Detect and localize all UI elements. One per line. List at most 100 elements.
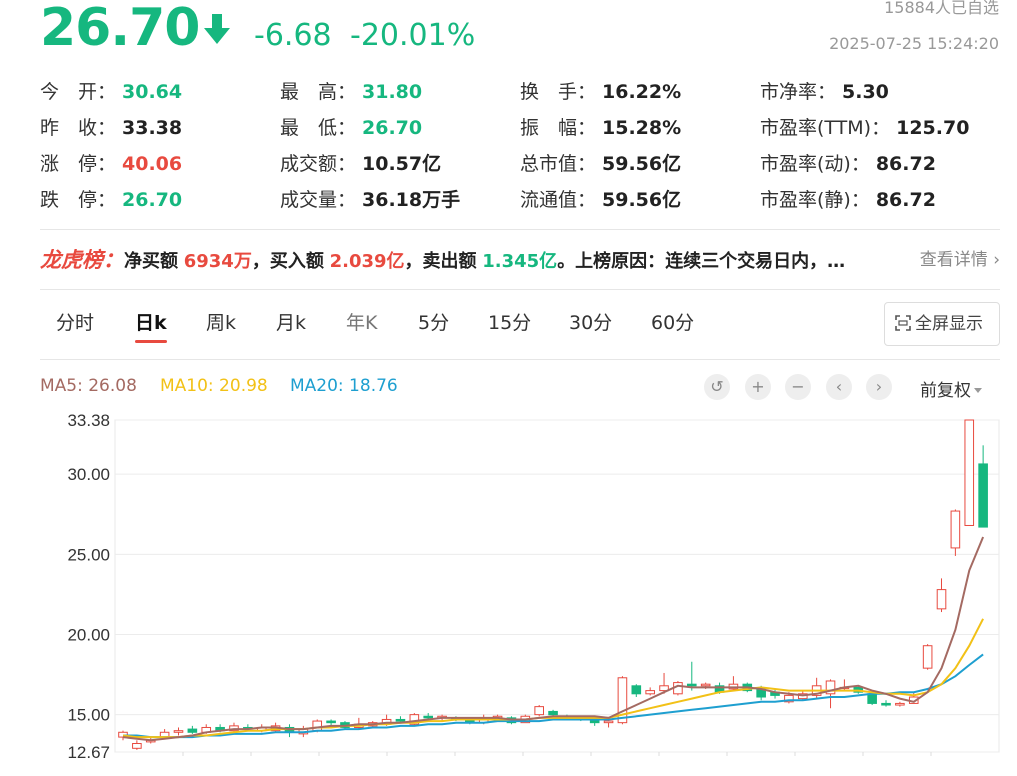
tab-15min[interactable]: 15分 (488, 303, 531, 343)
chevron-left-icon[interactable]: ‹ (826, 374, 852, 400)
stat-turnover-rate: 换 手： 16.22% (520, 81, 682, 103)
current-price: 26.70 (40, 0, 200, 58)
tab-monthly[interactable]: 月k (276, 303, 306, 343)
followers-count: 15884人已自选 (884, 0, 999, 17)
stat-turnover-amount: 成交额： 10.57亿 (280, 153, 442, 175)
stat-amplitude: 振 幅： 15.28% (520, 117, 682, 139)
candle-body (978, 463, 988, 528)
tab-60min[interactable]: 60分 (651, 303, 694, 343)
ma10-legend: MA10: 20.98 (160, 376, 268, 396)
lhb-title: 龙虎榜： (40, 248, 124, 272)
price-change: -6.68 (254, 18, 332, 53)
candle-body (881, 702, 891, 706)
stat-prev-close: 昨 收： 33.38 (40, 117, 183, 139)
tab-30min[interactable]: 30分 (569, 303, 612, 343)
stat-limit-up: 涨 停： 40.06 (40, 153, 183, 175)
y-tick-label: 20.00 (67, 625, 110, 644)
candle-body (964, 419, 975, 526)
candle (950, 509, 961, 556)
divider (40, 229, 1000, 230)
stat-open: 今 开： 30.64 (40, 81, 183, 103)
tab-weekly[interactable]: 周k (206, 303, 236, 343)
candle-body (312, 720, 323, 732)
lhb-net-buy: 6934万 (183, 251, 252, 272)
candle (187, 725, 198, 734)
candle-body (534, 706, 544, 716)
candle-body (132, 743, 142, 749)
stat-low: 最 低： 26.70 (280, 117, 423, 139)
candle-body (548, 710, 558, 716)
fullscreen-button[interactable]: 全屏显示 (884, 302, 1000, 346)
candle-body (631, 685, 642, 695)
candle-body (922, 645, 933, 669)
candle-body (423, 715, 434, 719)
candle (895, 701, 905, 707)
candle-body (950, 510, 961, 549)
candle-body (395, 718, 406, 722)
stat-pe-ttm: 市盈率(TTM)： 125.70 (760, 117, 970, 139)
fullscreen-icon (895, 315, 911, 331)
zoom-in-icon[interactable]: + (745, 374, 771, 400)
candle-body (867, 693, 877, 704)
candle-body (326, 720, 336, 724)
candle-body (700, 683, 711, 687)
candle (770, 688, 780, 699)
candle (534, 705, 544, 717)
candle (284, 724, 295, 738)
plot-border (114, 419, 1000, 753)
candle (728, 676, 739, 691)
tab-5min[interactable]: 5分 (418, 303, 449, 343)
stat-pb: 市净率： 5.30 (760, 81, 889, 103)
stat-pe-dyn: 市盈率(动)： 86.72 (760, 153, 936, 175)
ma20-line (123, 653, 984, 739)
candle (645, 687, 655, 696)
price-change-pct: -20.01% (350, 18, 476, 53)
candle-body (645, 690, 655, 695)
stat-volume: 成交量： 36.18万手 (280, 189, 461, 211)
candle (229, 722, 239, 733)
candles (118, 419, 988, 750)
stat-float-mv: 流通值： 59.56亿 (520, 189, 682, 211)
y-tick-label: 33.38 (67, 411, 110, 430)
stat-total-mv: 总市值： 59.56亿 (520, 153, 682, 175)
adjust-dropdown[interactable]: 前复权 (920, 376, 982, 401)
y-axis: 33.38 30.00 25.00 20.00 15.00 12.67 (67, 411, 110, 762)
lhb-bar[interactable]: 龙虎榜：净买额 6934万，买入额 2.039亿，卖出额 1.345亿。上榜原因… (40, 240, 1000, 280)
candle (132, 740, 142, 750)
lhb-detail-link[interactable]: 查看详情 › (920, 240, 1000, 280)
candle (881, 700, 891, 707)
caret-down-icon (974, 388, 982, 393)
candle-body (603, 720, 614, 724)
stat-high: 最 高： 31.80 (280, 81, 423, 103)
y-tick-label: 25.00 (67, 545, 110, 564)
candle (409, 713, 420, 726)
lhb-reason: 连续三个交易日内，… (665, 251, 846, 272)
lhb-sell: 1.345亿 (482, 251, 558, 272)
candle (173, 727, 184, 736)
stat-pe-static: 市盈率(静)： 86.72 (760, 189, 936, 211)
zoom-out-icon[interactable]: − (785, 374, 811, 400)
tab-intraday[interactable]: 分时 (56, 303, 94, 343)
quote-header: 26.70 -6.68 -20.01% 15884人已自选 2025-07-25… (0, 0, 1017, 64)
reset-icon[interactable]: ↺ (704, 374, 730, 400)
candle (936, 578, 947, 613)
ma5-legend: MA5: 26.08 (40, 376, 137, 396)
divider (40, 289, 1000, 290)
candle-body (895, 702, 905, 706)
divider (40, 359, 1000, 360)
y-tick-label: 15.00 (67, 706, 110, 725)
candle (811, 677, 822, 699)
ma20-legend: MA20: 18.76 (290, 376, 398, 396)
candle (631, 684, 642, 698)
candle-body (936, 589, 947, 610)
stat-limit-down: 跌 停： 26.70 (40, 189, 183, 211)
chevron-right-icon[interactable]: › (866, 374, 892, 400)
y-tick-label: 12.67 (67, 743, 110, 762)
tab-yearly[interactable]: 年K (346, 303, 377, 343)
candle (922, 644, 933, 670)
candle (978, 445, 988, 528)
tab-daily[interactable]: 日k (135, 303, 167, 343)
arrow-down-icon (204, 14, 230, 44)
candle-body (187, 728, 198, 733)
lhb-buy: 2.039亿 (329, 251, 405, 272)
